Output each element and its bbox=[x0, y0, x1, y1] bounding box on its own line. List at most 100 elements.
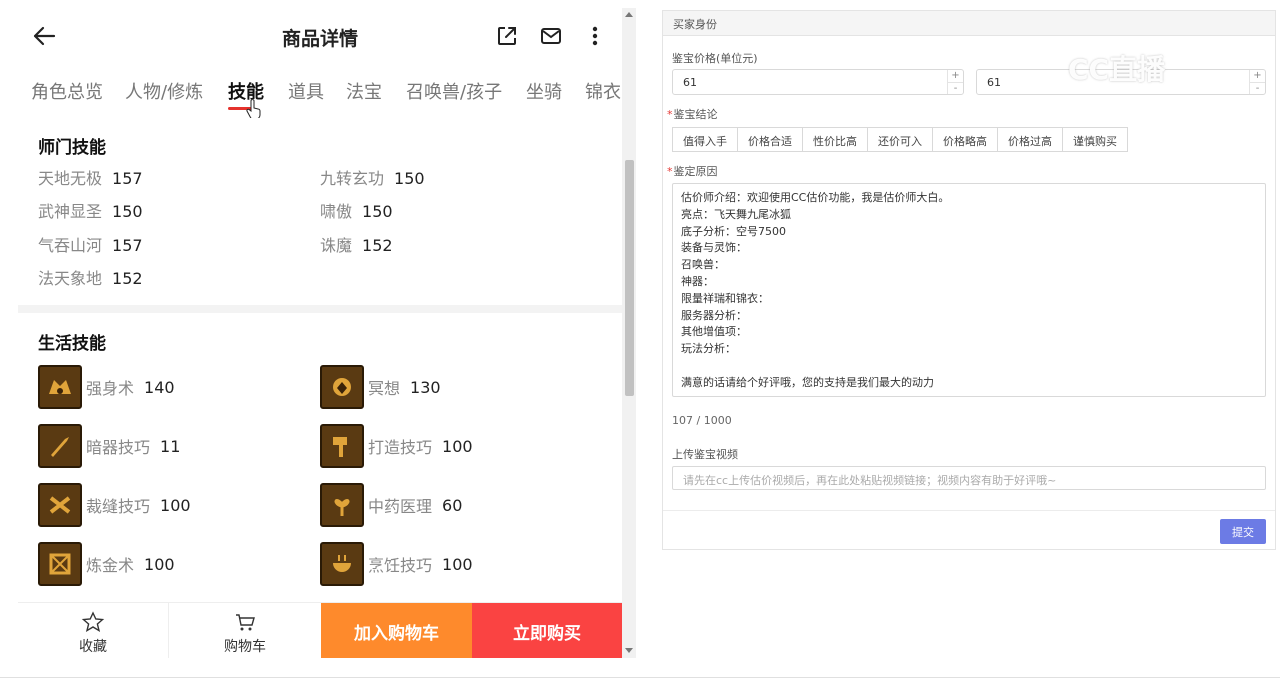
life-skills-title: 生活技能 bbox=[38, 334, 106, 354]
sect-skill-item: 天地无极 157 bbox=[38, 165, 143, 189]
scrollbar[interactable] bbox=[622, 8, 636, 658]
reason-line: 限量祥瑞和锦衣： bbox=[681, 291, 769, 305]
skill-name: 裁缝技巧 bbox=[86, 497, 151, 516]
alchemy-icon bbox=[38, 542, 82, 586]
reason-line: 装备与灵饰： bbox=[681, 241, 747, 255]
hand-cursor-icon bbox=[246, 100, 261, 118]
conclusion-option[interactable]: 性价比高 bbox=[802, 127, 868, 152]
more-menu-icon[interactable] bbox=[583, 24, 607, 48]
screen: 商品详情 角色总览 人物/修炼 技能 道具 法宝 召唤兽/孩子 坐骑 锦衣 师门… bbox=[0, 0, 1280, 682]
sect-skill-item: 法天象地 152 bbox=[38, 265, 143, 289]
decrement-icon[interactable]: - bbox=[948, 82, 963, 94]
required-mark: * bbox=[667, 165, 673, 178]
skill-level: 140 bbox=[144, 377, 175, 397]
price-min-input[interactable]: 61 + - bbox=[672, 69, 964, 95]
skill-name: 打造技巧 bbox=[368, 438, 433, 457]
scroll-down-arrow-icon[interactable] bbox=[625, 648, 633, 653]
reason-line: 亮点：飞天舞九尾冰狐 bbox=[681, 207, 791, 221]
life-skill-item: 炼金术 100 bbox=[38, 542, 175, 586]
window-bottom-border bbox=[0, 677, 1280, 678]
scroll-up-arrow-icon[interactable] bbox=[625, 12, 633, 17]
tab-character[interactable]: 人物/修炼 bbox=[125, 78, 203, 104]
message-icon[interactable] bbox=[539, 24, 563, 48]
conclusion-option[interactable]: 价格合适 bbox=[737, 127, 803, 152]
share-icon[interactable] bbox=[495, 24, 519, 48]
reason-line: 神器： bbox=[681, 274, 714, 288]
price-min-value: 61 bbox=[683, 76, 697, 89]
sect-skill-item: 啸傲 150 bbox=[320, 198, 393, 222]
product-detail-pane: 商品详情 角色总览 人物/修炼 技能 道具 法宝 召唤兽/孩子 坐骑 锦衣 师门… bbox=[18, 0, 622, 658]
skill-name: 暗器技巧 bbox=[86, 438, 151, 457]
sect-skill-item: 九转玄功 150 bbox=[320, 165, 425, 189]
appraisal-form-panel: 买家身份 鉴宝价格(单位元) 61 + - 61 + - *鉴宝结论 值得入手 价格… bbox=[662, 10, 1276, 550]
reason-line: 召唤兽： bbox=[681, 258, 725, 272]
strength-icon bbox=[38, 365, 82, 409]
skill-level: 152 bbox=[112, 269, 143, 288]
skill-name: 强身术 bbox=[86, 379, 135, 398]
skill-level: 100 bbox=[160, 495, 191, 515]
increment-icon[interactable]: + bbox=[948, 70, 963, 82]
panel-divider bbox=[663, 510, 1275, 511]
skill-name: 诛魔 bbox=[320, 236, 353, 255]
tab-mounts[interactable]: 坐骑 bbox=[526, 78, 562, 104]
skill-level: 60 bbox=[442, 495, 463, 515]
scroll-thumb[interactable] bbox=[625, 160, 634, 396]
skill-level: 100 bbox=[442, 554, 473, 574]
conclusion-option[interactable]: 价格过高 bbox=[997, 127, 1063, 152]
video-label: 上传鉴宝视频 bbox=[672, 448, 738, 461]
skill-level: 152 bbox=[362, 236, 393, 255]
bottom-action-bar: 收藏 购物车 加入购物车 立即购买 bbox=[18, 602, 622, 658]
video-link-input[interactable]: 请先在cc上传估价视频后，再在此处粘贴视频链接；视频内容有助于好评哦~ bbox=[672, 466, 1266, 490]
reason-label-text: 鉴定原因 bbox=[673, 165, 718, 178]
life-skill-item: 烹饪技巧 100 bbox=[320, 542, 473, 586]
tab-bar: 角色总览 人物/修炼 技能 道具 法宝 召唤兽/孩子 坐骑 锦衣 bbox=[18, 72, 622, 118]
submit-button[interactable]: 提交 bbox=[1220, 519, 1266, 544]
skill-level: 157 bbox=[112, 236, 143, 255]
favorite-button[interactable]: 收藏 bbox=[18, 603, 169, 658]
favorite-label: 收藏 bbox=[79, 639, 107, 655]
required-mark: * bbox=[667, 108, 673, 121]
life-skill-item: 裁缝技巧 100 bbox=[38, 483, 191, 527]
price-max-value: 61 bbox=[987, 76, 1001, 89]
buy-now-button[interactable]: 立即购买 bbox=[472, 603, 622, 658]
tab-outfits[interactable]: 锦衣 bbox=[585, 78, 621, 104]
conclusion-option[interactable]: 值得入手 bbox=[672, 127, 738, 152]
add-to-cart-button[interactable]: 加入购物车 bbox=[321, 603, 472, 658]
scissors-icon bbox=[38, 483, 82, 527]
skill-name: 炼金术 bbox=[86, 556, 135, 575]
tab-pets[interactable]: 召唤兽/孩子 bbox=[406, 78, 502, 104]
tab-items[interactable]: 道具 bbox=[288, 78, 324, 104]
page-title: 商品详情 bbox=[281, 28, 358, 50]
conclusion-option[interactable]: 谨慎购买 bbox=[1062, 127, 1128, 152]
sect-skill-item: 气吞山河 157 bbox=[38, 232, 143, 256]
conclusion-option[interactable]: 还价可入 bbox=[867, 127, 933, 152]
skill-name: 法天象地 bbox=[38, 269, 103, 288]
section-divider bbox=[18, 305, 622, 313]
watermark-text: CC直播 bbox=[1068, 53, 1166, 86]
reason-line: 满意的话请给个好评哦，您的支持是我们最大的动力 bbox=[681, 375, 934, 389]
tab-treasure[interactable]: 法宝 bbox=[346, 78, 382, 104]
skill-name: 中药医理 bbox=[368, 497, 433, 516]
reason-line: 其他增值项： bbox=[681, 325, 747, 339]
skill-level: 157 bbox=[112, 169, 143, 188]
conclusion-option[interactable]: 价格略高 bbox=[932, 127, 998, 152]
panel-header: 买家身份 bbox=[663, 11, 1275, 36]
reason-line: 底子分析：空号7500 bbox=[681, 224, 786, 238]
skill-name: 啸傲 bbox=[320, 202, 353, 221]
conclusion-label-text: 鉴宝结论 bbox=[673, 108, 718, 121]
tab-overview[interactable]: 角色总览 bbox=[31, 78, 103, 104]
skill-name: 冥想 bbox=[368, 379, 401, 398]
life-skill-item: 打造技巧 100 bbox=[320, 424, 473, 468]
life-skill-item: 强身术 140 bbox=[38, 365, 175, 409]
sect-skills-title: 师门技能 bbox=[38, 138, 106, 158]
life-skill-item: 暗器技巧 11 bbox=[38, 424, 180, 468]
reason-textarea[interactable]: 估价师介绍：欢迎使用CC估价功能，我是估价师大白。 亮点：飞天舞九尾冰狐 底子分… bbox=[672, 183, 1266, 397]
dart-icon bbox=[38, 424, 82, 468]
cart-button[interactable]: 购物车 bbox=[169, 603, 321, 658]
skill-level: 100 bbox=[442, 436, 473, 456]
skill-level: 150 bbox=[112, 202, 143, 221]
skill-name: 九转玄功 bbox=[320, 169, 385, 188]
top-bar: 商品详情 bbox=[18, 0, 622, 72]
skill-level: 11 bbox=[160, 436, 181, 456]
price-min-stepper[interactable]: + - bbox=[947, 70, 963, 94]
